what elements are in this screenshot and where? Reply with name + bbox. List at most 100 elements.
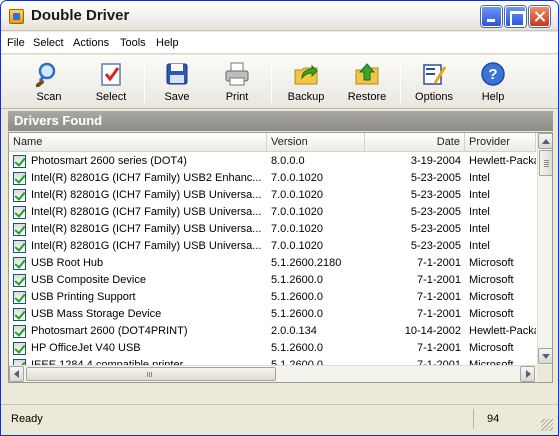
row-checkbox[interactable] [13,240,26,253]
row-checkbox[interactable] [13,257,26,270]
driver-name: Intel(R) 82801G (ICH7 Family) USB Univer… [31,223,262,235]
row-checkbox[interactable] [13,223,26,236]
toolbar-separator [271,61,272,103]
table-row[interactable]: Photosmart 2600 series (DOT4) 8.0.0.0 3-19… [9,153,536,170]
driver-name: Intel(R) 82801G (ICH7 Family) USB Univer… [31,189,262,201]
driver-name: USB Composite Device [31,274,146,286]
drivers-found-header: Drivers Found [8,111,553,131]
row-checkbox[interactable] [13,172,26,185]
driver-date: 3-19-2004 [410,155,461,167]
table-row[interactable]: IEEE 1284.4 compatible printer 5.1.2600.0… [9,357,536,365]
scan-label: Scan [36,91,62,103]
driver-version: 5.1.2600.0 [271,342,323,354]
backup-button[interactable]: Backup [277,57,335,107]
options-checklist-icon [423,64,447,85]
title-bar[interactable]: Double Driver [1,1,558,31]
driver-version: 5.1.2600.0 [271,274,323,286]
scroll-up-button[interactable] [538,133,552,149]
menu-tools[interactable]: Tools [120,37,146,49]
table-row[interactable]: Intel(R) 82801G (ICH7 Family) USB Univer… [9,187,536,204]
driver-date: 10-14-2002 [404,325,461,337]
column-header-version[interactable]: Version [267,133,365,152]
row-checkbox[interactable] [13,325,26,338]
row-checkbox[interactable] [13,291,26,304]
table-row[interactable]: Intel(R) 82801G (ICH7 Family) USB Univer… [9,221,536,238]
scroll-left-button[interactable] [9,366,24,382]
horizontal-scrollbar[interactable] [9,365,537,382]
restore-button[interactable]: Restore [337,57,397,107]
app-window: Double Driver File Select Actions Tools … [0,0,559,436]
scroll-right-button[interactable] [520,366,535,382]
row-checkbox[interactable] [13,342,26,355]
row-checkbox[interactable] [13,308,26,321]
driver-version: 7.0.0.1020 [271,240,323,252]
driver-provider: Microsoft [469,308,514,320]
driver-version: 5.1.2600.0 [271,291,323,303]
driver-provider: Intel [469,223,490,235]
table-row[interactable]: USB Printing Support 5.1.2600.0 7-1-2001 Mi… [9,289,536,306]
column-header-name[interactable]: Name [9,133,267,152]
table-row[interactable]: HP OfficeJet V40 USB 5.1.2600.0 7-1-2001 Mi… [9,340,536,357]
vertical-scrollbar[interactable] [537,133,552,365]
options-button[interactable]: Options [405,57,463,107]
toolbar-separator [400,61,401,103]
driver-version: 2.0.0.134 [271,325,317,337]
driver-version: 7.0.0.1020 [271,189,323,201]
horizontal-scroll-thumb[interactable] [26,367,276,381]
driver-version: 8.0.0.0 [271,155,305,167]
print-button[interactable]: Print [209,57,265,107]
table-row[interactable]: Intel(R) 82801G (ICH7 Family) USB2 Enhan… [9,170,536,187]
driver-version: 5.1.2600.0 [271,308,323,320]
driver-provider: Intel [469,189,490,201]
restore-label: Restore [347,91,387,103]
table-row[interactable]: Photosmart 2600 (DOT4PRINT) 2.0.0.134 10-1… [9,323,536,340]
table-row[interactable]: Intel(R) 82801G (ICH7 Family) USB Univer… [9,204,536,221]
row-checkbox[interactable] [13,274,26,287]
save-label: Save [164,91,190,103]
table-row[interactable]: Intel(R) 82801G (ICH7 Family) USB Univer… [9,238,536,255]
row-checkbox[interactable] [13,155,26,168]
svg-text:?: ? [488,66,497,83]
menu-help[interactable]: Help [156,37,179,49]
scroll-down-button[interactable] [538,348,552,364]
minimize-button[interactable] [481,6,502,27]
maximize-button[interactable] [505,6,526,27]
driver-name: USB Root Hub [31,257,104,269]
app-icon [9,9,24,24]
table-row[interactable]: USB Mass Storage Device 5.1.2600.0 7-1-200… [9,306,536,323]
resize-grip[interactable] [541,419,553,431]
driver-provider: Intel [469,172,490,184]
toolbar: Scan Select Save Print Backup Restore Op… [1,55,558,109]
row-checkbox[interactable] [13,189,26,202]
column-header-date[interactable]: Date [365,133,465,152]
driver-provider: Microsoft [469,257,514,269]
table-row[interactable]: USB Root Hub 5.1.2600.2180 7-1-2001 Microso… [9,255,536,272]
help-button[interactable]: ? Help [467,57,519,107]
driver-version: 7.0.0.1020 [271,206,323,218]
driver-date: 5-23-2005 [410,206,461,218]
driver-date: 5-23-2005 [410,189,461,201]
driver-version: 7.0.0.1020 [271,223,323,235]
driver-rows: Photosmart 2600 series (DOT4) 8.0.0.0 3-19… [9,153,536,365]
menu-file[interactable]: File [7,37,25,49]
scrollbar-corner [537,365,552,382]
column-header-row: Name Version Date Provider [9,133,536,152]
menu-actions[interactable]: Actions [73,37,109,49]
status-text: Ready [11,413,43,425]
driver-date: 7-1-2001 [416,308,461,320]
driver-version: 7.0.0.1020 [271,172,323,184]
vertical-scroll-thumb[interactable] [539,150,552,176]
driver-name: Photosmart 2600 (DOT4PRINT) [31,325,188,337]
drivers-list[interactable]: Name Version Date Provider Photosmart 26… [8,132,553,383]
table-row[interactable]: USB Composite Device 5.1.2600.0 7-1-2001 Mi… [9,272,536,289]
driver-name: HP OfficeJet V40 USB [31,342,141,354]
menu-select[interactable]: Select [33,37,64,49]
driver-provider: Intel [469,206,490,218]
save-button[interactable]: Save [149,57,205,107]
column-header-provider[interactable]: Provider [465,133,536,152]
close-button[interactable] [529,6,550,27]
scan-button[interactable]: Scan [21,57,77,107]
status-bar: Ready 94 [1,404,558,435]
row-checkbox[interactable] [13,206,26,219]
select-button[interactable]: Select [83,57,139,107]
